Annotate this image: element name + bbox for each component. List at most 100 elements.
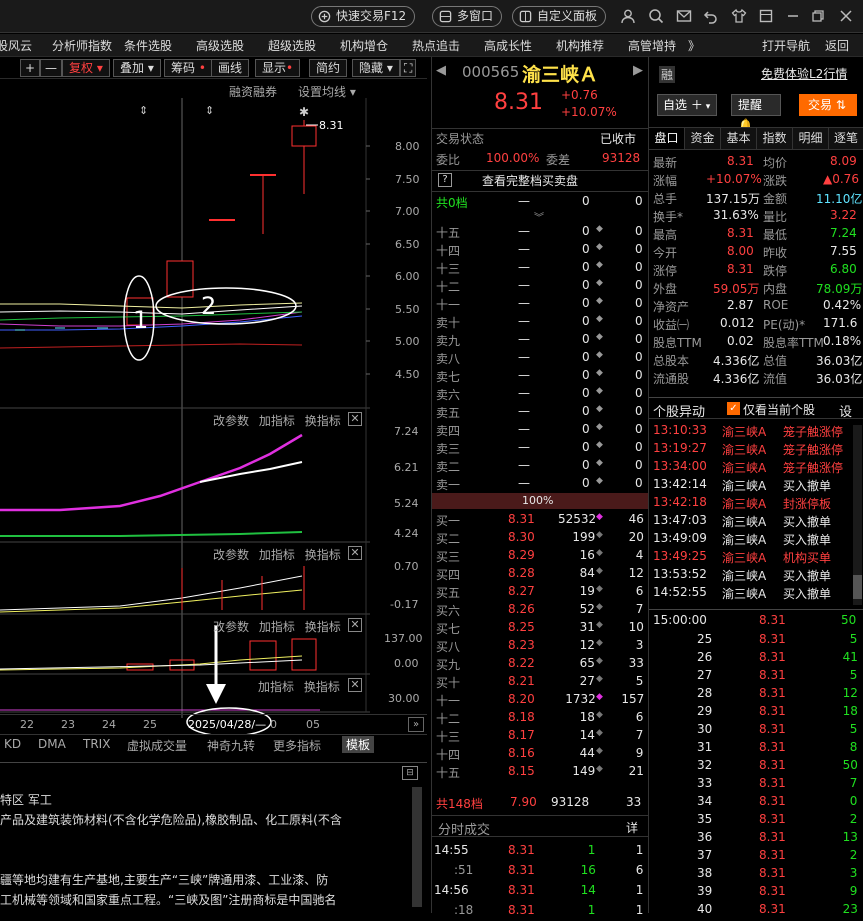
simple-button[interactable]: 简约 — [309, 59, 348, 77]
fuquan-button[interactable]: 复权 ▾ — [62, 59, 110, 77]
display-button[interactable]: 显示• — [255, 59, 301, 77]
anomaly-row[interactable]: 13:49:25 渝三峡A 机构买单 — [649, 549, 853, 567]
quick-trade-button[interactable]: 快速交易F12 — [311, 6, 416, 27]
add-indicator-button[interactable]: 加指标 — [259, 548, 295, 562]
shirt-icon[interactable] — [731, 8, 747, 24]
undo-icon[interactable] — [703, 8, 719, 24]
switch-indicator-button[interactable]: 换指标 — [304, 680, 340, 694]
tab-virtual-volume[interactable]: 虚拟成交量 — [127, 737, 187, 754]
menu-item[interactable]: 分析师指数 — [52, 37, 112, 54]
scroll-right-icon[interactable]: » — [408, 717, 424, 732]
tab-kd[interactable]: KD — [4, 737, 21, 751]
l2-trial-link[interactable]: 免费体验L2行情 — [761, 65, 847, 82]
sell-row[interactable]: 卖三 — 0 ◆ 0 — [432, 440, 648, 458]
tab-detail[interactable]: 明细 — [793, 128, 829, 149]
sell-row[interactable]: 卖二 — 0 ◆ 0 — [432, 458, 648, 476]
menu-item[interactable]: 热点追击 — [412, 37, 460, 54]
buy-row[interactable]: 买九 8.22 65 ◆ 33 — [432, 656, 648, 674]
multi-window-button[interactable]: 多窗口 — [432, 6, 503, 27]
menu-item[interactable]: 高管增持 — [628, 37, 676, 54]
sell-row[interactable]: 卖一 — 0 ◆ 0 — [432, 476, 648, 494]
close-icon[interactable] — [838, 8, 854, 24]
anomaly-row[interactable]: 13:42:18 渝三峡A 封涨停板 — [649, 495, 853, 513]
anomaly-row[interactable]: 14:52:55 渝三峡A 买入撤单 — [649, 585, 853, 603]
anomaly-row[interactable]: 13:19:27 渝三峡A 笼子触涨停 — [649, 441, 853, 459]
buy-row[interactable]: 十四 8.16 44 ◆ 9 — [432, 746, 648, 764]
menu-item[interactable]: 条件选股 — [124, 37, 172, 54]
buy-row[interactable]: 十一 8.20 1732 ◆ 157 — [432, 692, 648, 710]
menu-item[interactable]: 股风云 — [0, 37, 32, 54]
tab-funds[interactable]: 资金 — [685, 128, 721, 149]
sell-row[interactable]: 十三 — 0 ◆ 0 — [432, 260, 648, 278]
alert-button[interactable]: 提醒 🔔 — [731, 94, 781, 132]
full-book-link[interactable]: 查看完整档买卖盘 — [482, 172, 578, 189]
sell-row[interactable]: 卖五 — 0 ◆ 0 — [432, 404, 648, 422]
sell-row[interactable]: 卖四 — 0 ◆ 0 — [432, 422, 648, 440]
tab-more-indicators[interactable]: 更多指标 — [273, 737, 321, 754]
anomaly-row[interactable]: 13:53:52 渝三峡A 买入撤单 — [649, 567, 853, 585]
tab-basic[interactable]: 基本 — [721, 128, 757, 149]
back-button[interactable]: 返回 — [825, 37, 849, 54]
close-pane-icon[interactable]: ✕ — [348, 546, 362, 560]
trade-button[interactable]: 交易 ⇅ — [799, 94, 857, 116]
anomaly-row[interactable]: 13:49:09 渝三峡A 买入撤单 — [649, 531, 853, 549]
fullscreen-icon[interactable]: ⛶ — [400, 59, 417, 77]
switch-indicator-button[interactable]: 换指标 — [305, 414, 341, 428]
menu-item[interactable]: 高级选股 — [196, 37, 244, 54]
edit-params-button[interactable]: 改参数 — [213, 620, 249, 634]
checkbox-icon[interactable]: ✓ — [727, 402, 740, 415]
close-pane-icon[interactable]: ✕ — [348, 412, 362, 426]
menu-item[interactable]: 机构增仓 — [340, 37, 388, 54]
menu-item[interactable]: 高成长性 — [484, 37, 532, 54]
overlay-button[interactable]: 叠加 ▾ — [113, 59, 161, 77]
anomaly-row[interactable]: 13:10:33 渝三峡A 笼子触涨停 — [649, 423, 853, 441]
tab-tick-by-tick[interactable]: 逐笔 — [829, 128, 863, 149]
next-stock-icon[interactable]: ▶ — [633, 63, 643, 78]
tab-index[interactable]: 指数 — [757, 128, 793, 149]
skin-icon[interactable] — [758, 8, 774, 24]
sell-row[interactable]: 十一 — 0 ◆ 0 — [432, 296, 648, 314]
anomaly-scrollbar[interactable] — [853, 425, 862, 605]
chips-button[interactable]: 筹码 • — [164, 59, 213, 77]
close-pane-icon[interactable]: ✕ — [348, 618, 362, 632]
sell-row[interactable]: 十二 — 0 ◆ 0 — [432, 278, 648, 296]
buy-row[interactable]: 买七 8.25 31 ◆ 10 — [432, 620, 648, 638]
prev-stock-icon[interactable]: ◀ — [436, 63, 446, 78]
collapse-icon[interactable]: ⊟ — [402, 766, 418, 780]
zoom-in-button[interactable]: + — [20, 59, 41, 77]
sell-row[interactable]: 十五 — 0 ◆ 0 — [432, 224, 648, 242]
switch-indicator-button[interactable]: 换指标 — [305, 548, 341, 562]
menu-item[interactable]: 超级选股 — [268, 37, 316, 54]
open-nav-button[interactable]: 打开导航 — [762, 37, 810, 54]
anomaly-settings-button[interactable]: 设 — [839, 401, 852, 420]
buy-row[interactable]: 买八 8.23 12 ◆ 3 — [432, 638, 648, 656]
anomaly-row[interactable]: 13:47:03 渝三峡A 买入撤单 — [649, 513, 853, 531]
edit-params-button[interactable]: 改参数 — [213, 414, 249, 428]
close-pane-icon[interactable]: ✕ — [348, 678, 362, 692]
tab-dma[interactable]: DMA — [38, 737, 66, 751]
expand-icon[interactable]: ︾ — [534, 209, 544, 224]
sell-row[interactable]: 卖十 — 0 ◆ 0 — [432, 314, 648, 332]
maximize-icon[interactable] — [810, 8, 826, 24]
add-indicator-button[interactable]: 加指标 — [258, 680, 294, 694]
anomaly-row[interactable]: 13:42:14 渝三峡A 买入撤单 — [649, 477, 853, 495]
zoom-out-button[interactable]: — — [40, 59, 62, 77]
menu-item[interactable]: 机构推荐 — [556, 37, 604, 54]
buy-row[interactable]: 买三 8.29 16 ◆ 4 — [432, 548, 648, 566]
ticks-detail-button[interactable]: 详 — [626, 819, 638, 836]
buy-row[interactable]: 买五 8.27 19 ◆ 6 — [432, 584, 648, 602]
buy-row[interactable]: 买四 8.28 84 ◆ 12 — [432, 566, 648, 584]
sell-row[interactable]: 卖八 — 0 ◆ 0 — [432, 350, 648, 368]
sell-row[interactable]: 卖九 — 0 ◆ 0 — [432, 332, 648, 350]
search-icon[interactable] — [648, 8, 664, 24]
mail-icon[interactable] — [676, 8, 692, 24]
tab-template[interactable]: 模板 — [342, 736, 375, 753]
tab-pankou[interactable]: 盘口 — [649, 128, 685, 149]
buy-row[interactable]: 买十 8.21 27 ◆ 5 — [432, 674, 648, 692]
tab-magic-nine[interactable]: 神奇九转 — [207, 737, 255, 754]
add-indicator-button[interactable]: 加指标 — [259, 414, 295, 428]
hide-button[interactable]: 隐藏 ▾ — [352, 59, 400, 77]
anomaly-filter-label[interactable]: 仅看当前个股 — [743, 401, 815, 418]
sell-row[interactable]: 卖六 — 0 ◆ 0 — [432, 386, 648, 404]
custom-panel-button[interactable]: 自定义面板 — [512, 6, 607, 27]
